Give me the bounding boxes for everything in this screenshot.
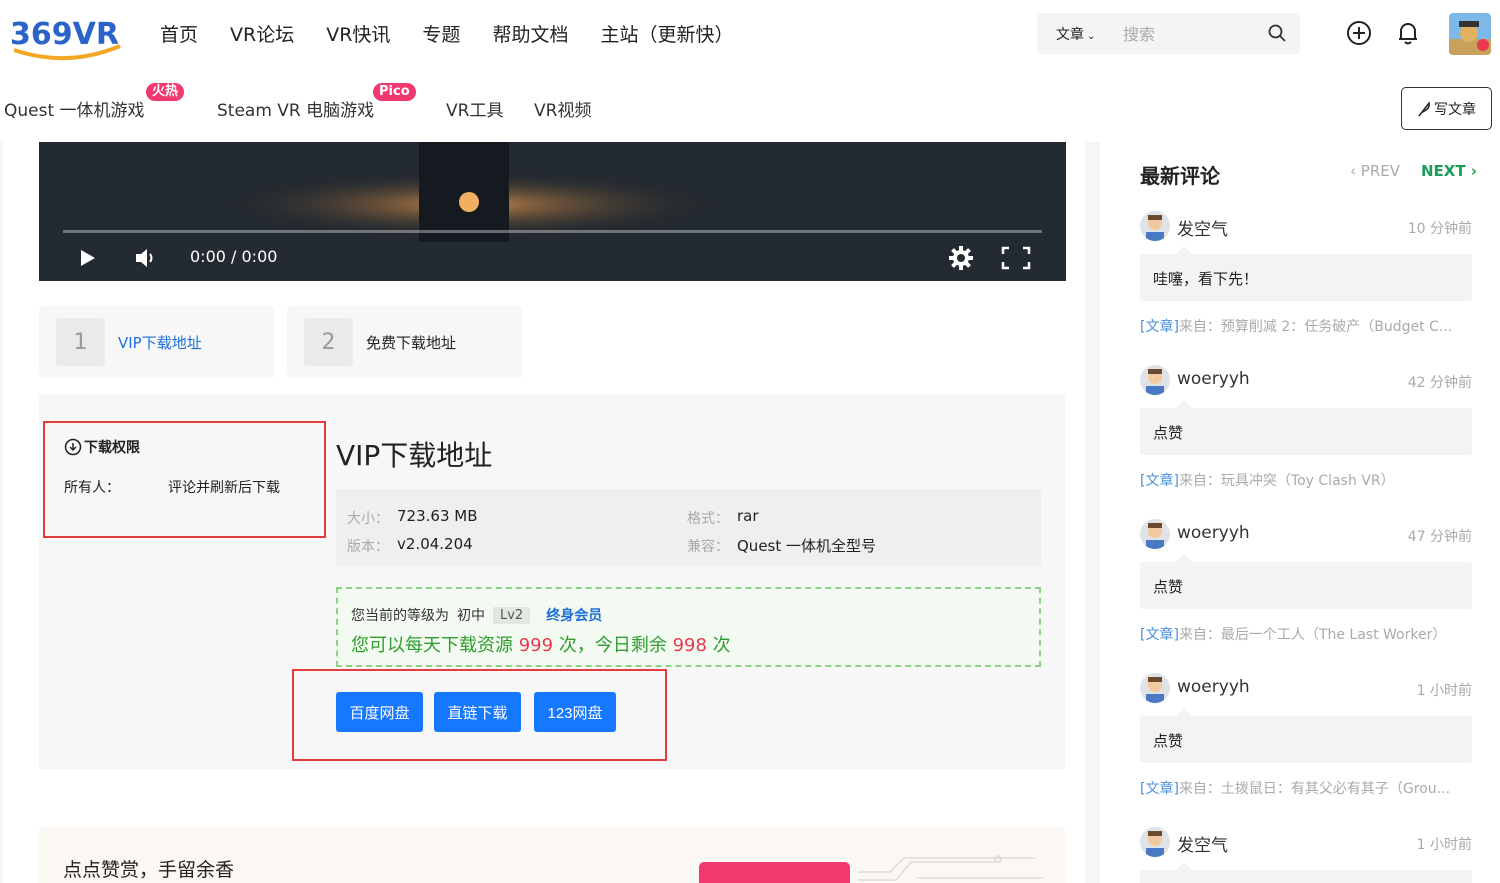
comment-source-link[interactable]: [文章]来自：土拨鼠日：有其父必有其子（Grou... bbox=[1140, 778, 1472, 798]
chevron-left-icon: ‹ bbox=[1350, 162, 1361, 180]
nav-news[interactable]: VR快讯 bbox=[326, 20, 390, 47]
chevron-down-icon: ⌄ bbox=[1087, 31, 1096, 42]
subnav-vr-videos[interactable]: VR视频 bbox=[534, 96, 591, 121]
permission-title: 下载权限 bbox=[64, 437, 140, 457]
version-label: 版本： bbox=[347, 539, 389, 555]
subnav-quest-games[interactable]: Quest 一体机游戏 火热 bbox=[4, 83, 185, 121]
add-circle-icon[interactable] bbox=[1346, 20, 1372, 46]
tab-free-download[interactable]: 2 免费下载地址 bbox=[287, 306, 522, 378]
compat-value: Quest 一体机全型号 bbox=[737, 537, 877, 555]
download-permission-box: 下载权限 所有人： 评论并刷新后下载 bbox=[43, 421, 326, 538]
version-value: v2.04.204 bbox=[397, 535, 473, 553]
comment-bubble: 哇噻，看下先！ bbox=[1140, 246, 1472, 301]
chevron-right-icon: › bbox=[1465, 162, 1478, 180]
search-input[interactable] bbox=[1123, 22, 1253, 46]
nav-home[interactable]: 首页 bbox=[160, 20, 198, 47]
prev-button[interactable]: ‹ PREV bbox=[1350, 162, 1400, 180]
permission-owner-label: 所有人： bbox=[64, 480, 120, 496]
circuit-decoration bbox=[858, 855, 1044, 881]
comment-source-link[interactable]: [文章]来自：预算削减 2：任务破产（Budget C... bbox=[1140, 316, 1472, 336]
site-header: 369VR 首页 VR论坛 VR快讯 专题 帮助文档 主站（更新快） 文章⌄ Q… bbox=[0, 0, 1500, 142]
commenter-name[interactable]: woeryyh bbox=[1177, 523, 1250, 543]
tab-number: 2 bbox=[304, 318, 353, 366]
level-name: 初中 bbox=[457, 608, 485, 624]
hot-badge: 火热 bbox=[146, 83, 185, 101]
search-category-select[interactable]: 文章 ⌄ bbox=[1056, 24, 1095, 44]
direct-download-button[interactable]: 直链下载 bbox=[434, 692, 521, 732]
nav-forum[interactable]: VR论坛 bbox=[230, 20, 294, 47]
permission-owner-value: 评论并刷新后下载 bbox=[168, 480, 280, 496]
commenter-name[interactable]: 发空气 bbox=[1177, 215, 1228, 240]
search-bar: 文章 ⌄ bbox=[1037, 13, 1300, 54]
tab-label: 免费下载地址 bbox=[366, 334, 457, 352]
main-nav: 首页 VR论坛 VR快讯 专题 帮助文档 主站（更新快） bbox=[160, 20, 733, 47]
subnav-vr-tools[interactable]: VR工具 bbox=[446, 96, 503, 121]
bell-icon[interactable] bbox=[1395, 20, 1421, 46]
reward-button[interactable] bbox=[699, 862, 850, 883]
comment-time: 42 分钟前 bbox=[1407, 375, 1472, 391]
file-info-box: 大小： 723.63 MB 版本： v2.04.204 格式： rar 兼容： … bbox=[336, 489, 1041, 566]
comment-time: 1 小时前 bbox=[1416, 837, 1472, 853]
latest-comments-title: 最新评论 bbox=[1140, 164, 1220, 188]
member-level-box: 您当前的等级为 初中 Lv2 终身会员 您可以每天下载资源 999 次，今日剩余… bbox=[336, 587, 1041, 667]
commenter-name[interactable]: woeryyh bbox=[1177, 369, 1250, 389]
nav-main-site[interactable]: 主站（更新快） bbox=[600, 20, 733, 47]
fullscreen-icon[interactable] bbox=[1001, 246, 1031, 270]
tab-number: 1 bbox=[56, 318, 105, 366]
comment-bubble: 点赞 bbox=[1140, 554, 1472, 609]
comment-time: 47 分钟前 bbox=[1407, 529, 1472, 545]
write-article-label: 写文章 bbox=[1434, 100, 1476, 117]
site-logo[interactable]: 369VR bbox=[8, 10, 126, 62]
svg-text:369VR: 369VR bbox=[10, 17, 119, 52]
level-badge: Lv2 bbox=[493, 606, 531, 624]
search-icon[interactable] bbox=[1267, 23, 1287, 43]
reward-text: 点点赞赏，手留余香 bbox=[63, 859, 235, 881]
comment-bubble: 点赞 bbox=[1140, 400, 1472, 455]
volume-icon[interactable] bbox=[134, 247, 158, 269]
baidu-pan-button[interactable]: 百度网盘 bbox=[336, 692, 423, 732]
commenter-avatar[interactable] bbox=[1140, 211, 1170, 241]
play-icon[interactable] bbox=[79, 248, 97, 268]
tab-vip-download[interactable]: 1 VIP下载地址 bbox=[39, 306, 274, 378]
comment-source-link[interactable]: [文章]来自：最后一个工人（The Last Worker） bbox=[1140, 624, 1472, 644]
commenter-name[interactable]: woeryyh bbox=[1177, 677, 1250, 697]
comment-source-link[interactable]: [文章]来自：玩具冲突（Toy Clash VR） bbox=[1140, 470, 1472, 490]
video-player[interactable]: 0:00 / 0:00 bbox=[39, 142, 1066, 281]
nav-help[interactable]: 帮助文档 bbox=[492, 20, 568, 47]
write-article-button[interactable]: 写文章 bbox=[1401, 87, 1492, 130]
compat-label: 兼容： bbox=[687, 539, 729, 555]
size-value: 723.63 MB bbox=[397, 507, 478, 525]
format-value: rar bbox=[737, 507, 759, 525]
download-title: VIP下载地址 bbox=[336, 439, 493, 472]
pan123-button[interactable]: 123网盘 bbox=[534, 692, 616, 732]
format-label: 格式： bbox=[687, 511, 729, 527]
commenter-avatar[interactable] bbox=[1140, 365, 1170, 395]
pico-badge: Pico bbox=[373, 83, 416, 101]
lifetime-member-link[interactable]: 终身会员 bbox=[546, 605, 602, 625]
comment-time: 1 小时前 bbox=[1416, 683, 1472, 699]
feather-icon bbox=[1418, 100, 1430, 116]
size-label: 大小： bbox=[347, 511, 389, 527]
commenter-avatar[interactable] bbox=[1140, 519, 1170, 549]
level-line: 您当前的等级为 初中 Lv2 终身会员 bbox=[351, 605, 602, 625]
next-button[interactable]: NEXT › bbox=[1421, 162, 1477, 180]
comment-time: 10 分钟前 bbox=[1407, 221, 1472, 237]
video-time: 0:00 / 0:00 bbox=[190, 247, 278, 266]
nav-topics[interactable]: 专题 bbox=[422, 20, 460, 47]
comment-bubble: 点赞 bbox=[1140, 708, 1472, 763]
download-quota: 您可以每天下载资源 999 次，今日剩余 998 次 bbox=[351, 635, 731, 656]
tab-label: VIP下载地址 bbox=[118, 334, 202, 352]
commenter-avatar[interactable] bbox=[1140, 673, 1170, 703]
subnav-steam-games[interactable]: Steam VR 电脑游戏 Pico bbox=[217, 83, 416, 121]
video-progress-bar[interactable] bbox=[63, 230, 1042, 233]
settings-gear-icon[interactable] bbox=[948, 245, 974, 271]
comment-bubble bbox=[1140, 862, 1472, 883]
user-avatar[interactable] bbox=[1449, 13, 1491, 55]
commenter-name[interactable]: 发空气 bbox=[1177, 831, 1228, 856]
commenter-avatar[interactable] bbox=[1140, 827, 1170, 857]
download-circle-icon bbox=[64, 438, 82, 456]
